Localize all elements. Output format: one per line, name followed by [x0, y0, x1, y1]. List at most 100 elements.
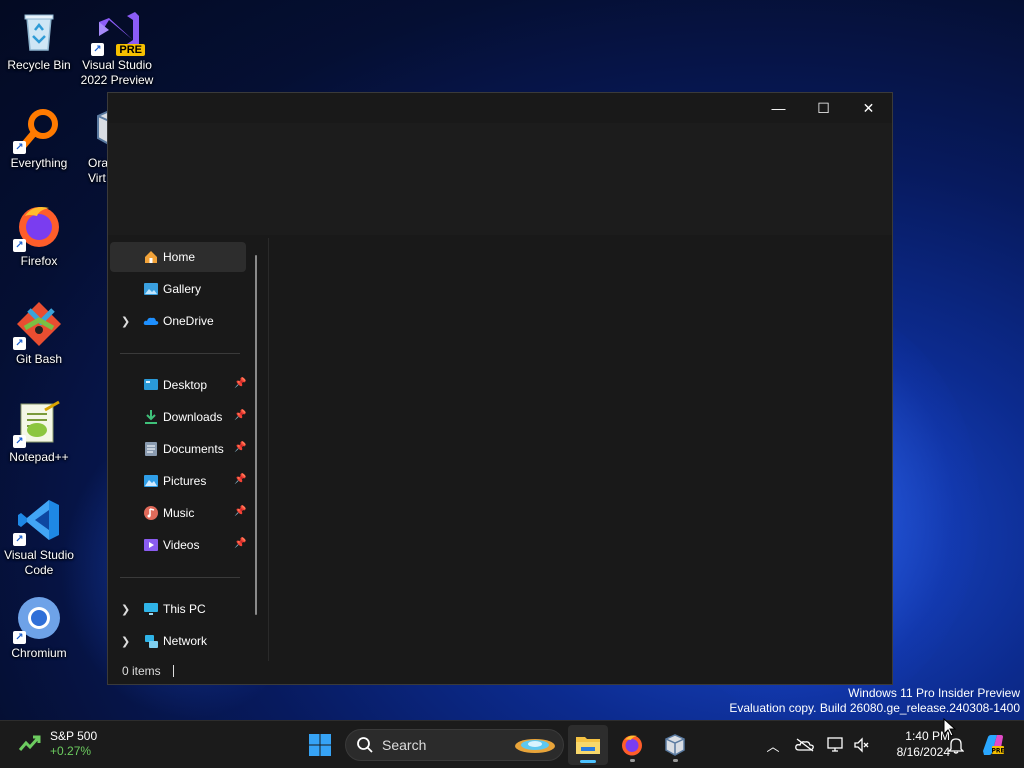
taskbar-file-explorer[interactable]	[568, 725, 608, 765]
notepad-plus-plus-icon: ↗	[13, 398, 63, 448]
shortcut-arrow-icon: ↗	[13, 533, 26, 546]
nav-item-label: OneDrive	[163, 314, 214, 328]
firefox-icon: ↗	[13, 202, 63, 252]
nav-item-label: Documents	[163, 442, 224, 456]
clock[interactable]: 1:40 PM 8/16/2024	[876, 728, 950, 760]
file-explorer-icon	[576, 737, 600, 754]
pin-icon[interactable]: 📌	[234, 378, 246, 389]
watermark-line-1: Windows 11 Pro Insider Preview	[848, 686, 1020, 700]
taskbar: S&P 500 +0.27% Search ︿ 1:40 PM 8/16/202…	[0, 720, 1024, 768]
home-icon	[145, 251, 157, 263]
nav-item-label: Downloads	[163, 410, 223, 424]
command-bar	[108, 123, 892, 235]
item-count: 0 items	[122, 664, 161, 678]
bell-icon	[948, 738, 964, 754]
documents-icon	[145, 442, 157, 456]
desktop-icon-chromium[interactable]: ↗ Chromium	[0, 594, 78, 661]
nav-item-gallery[interactable]: Gallery	[110, 274, 246, 304]
nav-item-music[interactable]: Music 📌	[110, 498, 246, 528]
taskbar-firefox[interactable]	[612, 725, 652, 765]
pin-icon[interactable]: 📌	[234, 506, 246, 517]
chevron-right-icon[interactable]: ❯	[121, 603, 130, 616]
search-label: Search	[382, 737, 427, 753]
title-bar[interactable]: — ☐ ✕	[108, 93, 892, 123]
stock-widget[interactable]: S&P 500 +0.27%	[18, 729, 97, 759]
nav-divider	[120, 353, 240, 354]
copilot-icon: PRE	[983, 735, 1005, 755]
ethernet-icon	[827, 737, 843, 752]
pin-icon[interactable]: 📌	[234, 474, 246, 485]
taskbar-search[interactable]: Search	[345, 729, 564, 761]
show-hidden-icons-button[interactable]: ︿	[762, 733, 784, 757]
nav-item-downloads[interactable]: Downloads 📌	[110, 402, 246, 432]
minimize-button[interactable]: —	[756, 93, 801, 123]
desktop-icon-label: Firefox	[20, 254, 58, 268]
nav-item-network[interactable]: ❯ Network	[110, 626, 246, 656]
close-button[interactable]: ✕	[846, 93, 891, 123]
desktop-icon-firefox[interactable]: ↗ Firefox	[0, 202, 78, 269]
nav-item-desktop[interactable]: Desktop 📌	[110, 370, 246, 400]
minimize-icon: —	[771, 100, 786, 116]
desktop-icon-label: Visual Studio Code	[4, 548, 74, 577]
maximize-button[interactable]: ☐	[801, 93, 846, 123]
running-indicator	[673, 759, 678, 762]
onedrive-tray-button[interactable]	[794, 733, 816, 757]
pin-icon[interactable]: 📌	[234, 442, 246, 453]
nav-item-videos[interactable]: Videos 📌	[110, 530, 246, 560]
start-button[interactable]	[300, 725, 340, 765]
pin-icon[interactable]: 📌	[234, 538, 246, 549]
nav-item-this-pc[interactable]: ❯ This PC	[110, 594, 246, 624]
copilot-button[interactable]: PRE	[979, 733, 1007, 757]
shortcut-arrow-icon: ↗	[91, 43, 104, 56]
volume-muted-icon	[854, 737, 869, 753]
volume-tray-button[interactable]	[851, 733, 873, 757]
nav-divider	[120, 577, 240, 578]
desktop-icon-visual-studio-2022-preview[interactable]: PRE ↗ Visual Studio 2022 Preview	[78, 6, 156, 88]
navigation-pane: Home Gallery ❯ OneDrive Desktop 📌 Downlo…	[108, 238, 268, 658]
desktop-icon-label: Visual Studio 2022 Preview	[80, 58, 154, 87]
pre-badge: PRE	[991, 748, 1004, 755]
desktop-icon-git-bash[interactable]: ↗ Git Bash	[0, 300, 78, 367]
desktop-icon-everything[interactable]: ↗ Everything	[0, 104, 78, 171]
maximize-icon: ☐	[817, 99, 830, 116]
shortcut-arrow-icon: ↗	[13, 337, 26, 350]
nav-item-pictures[interactable]: Pictures 📌	[110, 466, 246, 496]
network-tray-button[interactable]	[825, 733, 847, 757]
visual-studio-icon: PRE ↗	[91, 6, 145, 56]
stock-widget-delta: +0.27%	[50, 744, 92, 758]
evaluation-watermark: Windows 11 Pro Insider Preview Evaluatio…	[729, 686, 1020, 716]
nav-item-label: Music	[163, 506, 195, 520]
chevron-right-icon[interactable]: ❯	[121, 315, 130, 328]
stock-trend-icon	[18, 735, 41, 751]
nav-item-label: This PC	[163, 602, 206, 616]
search-highlight-icon	[515, 739, 555, 753]
nav-item-onedrive[interactable]: ❯ OneDrive	[110, 306, 246, 336]
desktop-icon-visual-studio-code[interactable]: ↗ Visual Studio Code	[0, 496, 78, 578]
music-icon	[144, 506, 158, 520]
file-list-area[interactable]	[268, 238, 892, 661]
nav-item-label: Gallery	[163, 282, 202, 296]
pictures-icon	[144, 475, 158, 487]
chevron-right-icon[interactable]: ❯	[121, 635, 130, 648]
nav-scrollbar[interactable]	[255, 255, 257, 615]
search-icon	[357, 737, 373, 753]
desktop-icon-recycle-bin[interactable]: Recycle Bin	[0, 6, 78, 73]
taskbar-virtualbox[interactable]	[655, 725, 695, 765]
desktop-icon-label: Ora Virt	[88, 156, 108, 185]
gallery-icon	[144, 283, 158, 295]
this-pc-icon	[144, 603, 158, 615]
mouse-cursor-icon	[943, 718, 957, 737]
desktop-icon-label: Everything	[10, 156, 68, 170]
nav-item-documents[interactable]: Documents 📌	[110, 434, 246, 464]
vscode-icon: ↗	[13, 496, 63, 546]
nav-item-home[interactable]: Home	[110, 242, 246, 272]
shortcut-arrow-icon: ↗	[13, 435, 26, 448]
nav-item-label: Home	[163, 250, 196, 264]
chromium-icon: ↗	[13, 594, 63, 644]
desktop-icon-oracle-virtualbox[interactable]: Ora Virt	[78, 104, 108, 186]
status-separator	[172, 665, 174, 677]
pin-icon[interactable]: 📌	[234, 410, 246, 421]
downloads-icon	[145, 410, 157, 424]
windows-logo-icon	[309, 734, 331, 756]
desktop-icon-notepad-plus-plus[interactable]: ↗ Notepad++	[0, 398, 78, 465]
